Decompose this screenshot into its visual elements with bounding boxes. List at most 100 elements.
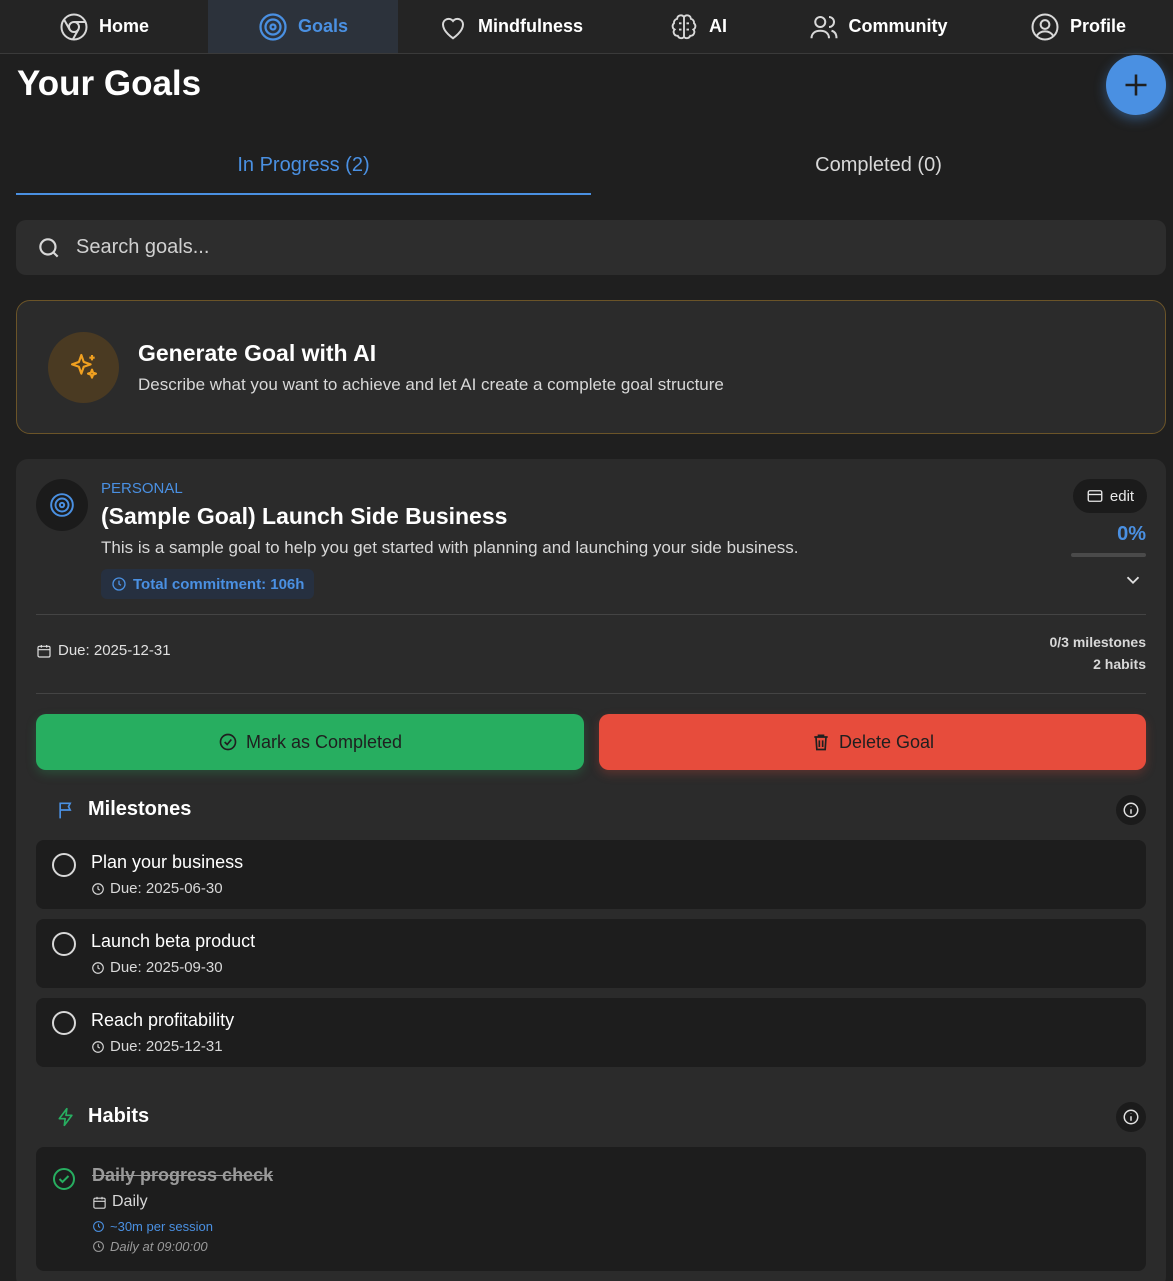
nav-item-mindfulness[interactable]: Mindfulness: [398, 0, 623, 53]
info-icon: [1123, 1109, 1139, 1125]
edit-goal-button[interactable]: edit: [1073, 479, 1147, 513]
goal-due-text: Due: 2025-12-31: [58, 642, 171, 659]
user-circle-icon: [1031, 13, 1059, 40]
habit-frequency-text: Daily: [112, 1193, 148, 1210]
ai-icon-badge: [48, 331, 119, 403]
habits-heading: Habits: [56, 1105, 149, 1128]
nav-item-ai[interactable]: AI: [623, 0, 773, 53]
milestone-checkbox[interactable]: [52, 853, 76, 877]
edit-label: edit: [1109, 487, 1135, 505]
milestone-due: Due: 2025-09-30: [91, 959, 223, 976]
mark-completed-label: Mark as Completed: [245, 731, 403, 752]
search-icon: [39, 237, 59, 257]
milestone-due-text: Due: 2025-12-31: [110, 1038, 223, 1055]
habits-count: 2 habits: [1093, 656, 1146, 672]
habits-info-button[interactable]: [1116, 1102, 1146, 1132]
clock-icon: [92, 961, 104, 974]
goal-due: Due: 2025-12-31: [36, 642, 171, 659]
nav-label-mindfulness: Mindfulness: [477, 16, 583, 36]
nav-item-goals[interactable]: Goals: [208, 0, 398, 53]
habit-session-text: ~30m per session: [110, 1219, 213, 1234]
progress-bar: [1071, 553, 1146, 557]
mark-completed-button[interactable]: Mark as Completed: [36, 714, 584, 770]
milestone-checkbox[interactable]: [52, 1011, 76, 1035]
flag-icon: [59, 802, 72, 818]
generate-goal-ai-card[interactable]: Generate Goal with AI Describe what you …: [16, 300, 1166, 434]
habit-session: ~30m per session: [92, 1219, 213, 1234]
search-input[interactable]: [76, 236, 1126, 259]
goal-category: PERSONAL: [101, 480, 183, 497]
goal-status-tabs: In Progress (2) Completed (0): [16, 140, 1166, 195]
check-circle-icon[interactable]: [52, 1167, 76, 1191]
plus-icon: [1125, 74, 1147, 96]
goal-description: This is a sample goal to help you get st…: [101, 538, 799, 557]
page-title: Your Goals: [17, 64, 202, 103]
milestones-count: 0/3 milestones: [1049, 634, 1147, 650]
lightning-icon: [58, 1107, 73, 1126]
target-icon: [259, 12, 287, 41]
clock-icon: [112, 577, 126, 591]
milestone-due-text: Due: 2025-09-30: [110, 959, 223, 976]
milestone-title: Reach profitability: [91, 1010, 235, 1030]
commitment-text: Total commitment: 106h: [133, 575, 305, 593]
nav-label-goals: Goals: [297, 16, 349, 36]
milestone-due-text: Due: 2025-06-30: [110, 880, 223, 897]
nav-label-community: Community: [848, 16, 948, 36]
goal-counts: 0/3 milestones 2 habits: [1050, 631, 1147, 675]
clock-icon: [93, 1221, 104, 1232]
nav-item-home[interactable]: Home: [0, 0, 208, 53]
clock-icon: [92, 1040, 104, 1053]
ai-card-description: Describe what you want to achieve and le…: [138, 374, 724, 394]
goal-card: PERSONAL (Sample Goal) Launch Side Busin…: [16, 459, 1166, 1281]
milestone-item[interactable]: Launch beta product Due: 2025-09-30: [36, 919, 1146, 988]
nav-label-home: Home: [98, 16, 149, 36]
add-goal-button[interactable]: [1106, 55, 1166, 115]
milestones-heading-text: Milestones: [88, 798, 192, 820]
milestone-title: Launch beta product: [91, 931, 256, 951]
clock-icon: [93, 1241, 104, 1252]
milestone-title: Plan your business: [91, 852, 244, 872]
habits-heading-text: Habits: [88, 1105, 150, 1127]
sparkles-icon: [70, 353, 97, 379]
habit-schedule: Daily at 09:00:00: [92, 1239, 208, 1254]
commitment-badge: Total commitment: 106h: [101, 569, 315, 599]
calendar-icon: [37, 644, 51, 658]
top-nav: Home Goals Mindfulness AI Community Prof…: [0, 0, 1173, 54]
delete-goal-button[interactable]: Delete Goal: [599, 714, 1146, 770]
tab-in-progress[interactable]: In Progress (2): [16, 140, 591, 195]
divider: [36, 693, 1146, 694]
clock-icon: [92, 882, 104, 895]
search-bar: [16, 220, 1166, 275]
ai-card-text: Generate Goal with AI Describe what you …: [138, 340, 724, 395]
milestones-heading: Milestones: [56, 798, 191, 821]
nav-label-ai: AI: [709, 16, 727, 36]
habit-frequency: Daily: [92, 1193, 148, 1211]
progress-percent: 0%: [1117, 523, 1146, 545]
tab-completed[interactable]: Completed (0): [591, 140, 1166, 195]
chevron-down-icon[interactable]: [1122, 569, 1144, 591]
info-icon: [1123, 802, 1139, 818]
habit-title: Daily progress check: [92, 1165, 274, 1185]
habit-item[interactable]: Daily progress check Daily ~30m per sess…: [36, 1147, 1146, 1271]
users-icon: [810, 15, 837, 38]
goal-icon-badge: [36, 479, 88, 531]
chrome-icon: [60, 13, 88, 40]
habit-schedule-text: Daily at 09:00:00: [110, 1239, 208, 1254]
nav-label-profile: Profile: [1069, 16, 1126, 36]
ai-card-title: Generate Goal with AI: [138, 339, 377, 366]
check-circle-icon: [219, 733, 237, 751]
milestone-due: Due: 2025-06-30: [91, 880, 223, 897]
nav-item-profile[interactable]: Profile: [983, 0, 1173, 53]
milestone-item[interactable]: Plan your business Due: 2025-06-30: [36, 840, 1146, 909]
milestone-item[interactable]: Reach profitability Due: 2025-12-31: [36, 998, 1146, 1067]
card-icon: [1087, 490, 1103, 502]
delete-goal-label: Delete Goal: [838, 731, 935, 752]
milestones-info-button[interactable]: [1116, 795, 1146, 825]
brain-icon: [671, 13, 697, 39]
heart-icon: [441, 17, 464, 39]
nav-item-community[interactable]: Community: [773, 0, 983, 53]
calendar-icon: [93, 1196, 106, 1209]
milestone-checkbox[interactable]: [52, 932, 76, 956]
goal-title: (Sample Goal) Launch Side Business: [101, 503, 508, 529]
milestone-due: Due: 2025-12-31: [91, 1038, 223, 1055]
